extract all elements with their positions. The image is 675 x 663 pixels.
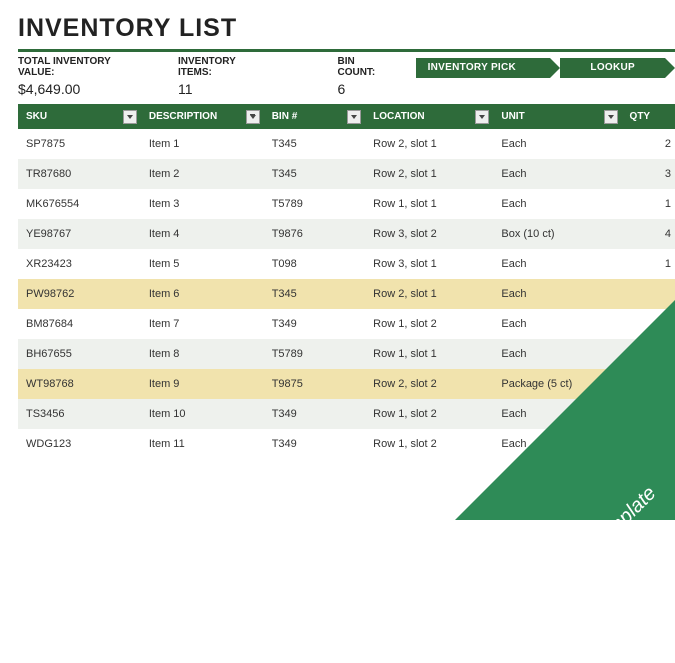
cell-unit: Each — [493, 249, 621, 279]
title-rule — [18, 49, 675, 52]
cell-sku: PW98762 — [18, 279, 141, 309]
cell-sku: XR23423 — [18, 249, 141, 279]
filter-icon[interactable] — [246, 110, 260, 124]
cell-description: Item 2 — [141, 159, 264, 189]
cell-description: Item 8 — [141, 339, 264, 369]
col-bin-label: BIN # — [272, 111, 298, 122]
cell-qty: 4 — [622, 219, 675, 249]
dropdown-icon[interactable] — [123, 110, 137, 124]
cell-location: Row 2, slot 1 — [365, 159, 493, 189]
col-description[interactable]: DESCRIPTION — [141, 104, 264, 129]
metric-total-value: $4,649.00 — [18, 81, 146, 97]
col-unit-label: UNIT — [501, 111, 524, 122]
cell-qty: 2 — [622, 129, 675, 159]
metric-bins-value: 6 — [337, 81, 393, 97]
cell-bin: T349 — [264, 399, 365, 429]
cell-sku: TS3456 — [18, 399, 141, 429]
table-row[interactable]: MK676554Item 3T5789Row 1, slot 1Each1 — [18, 189, 675, 219]
cell-qty: 3 — [622, 159, 675, 189]
cell-location: Row 3, slot 1 — [365, 249, 493, 279]
cell-sku: SP7875 — [18, 129, 141, 159]
table-row[interactable]: XR23423Item 5T098Row 3, slot 1Each1 — [18, 249, 675, 279]
cell-description: Item 9 — [141, 369, 264, 399]
metric-bins-label: BIN COUNT: — [337, 56, 393, 78]
table-row[interactable]: SP7875Item 1T345Row 2, slot 1Each2 — [18, 129, 675, 159]
cell-unit: Each — [493, 189, 621, 219]
summary-bar: TOTAL INVENTORY VALUE: $4,649.00 INVENTO… — [18, 56, 675, 98]
cell-unit: Box (10 ct) — [493, 219, 621, 249]
cell-description: Item 6 — [141, 279, 264, 309]
cell-bin: T098 — [264, 249, 365, 279]
dropdown-icon[interactable] — [475, 110, 489, 124]
metric-items-value: 11 — [178, 81, 270, 97]
table-row[interactable]: YE98767Item 4T9876Row 3, slot 2Box (10 c… — [18, 219, 675, 249]
cell-bin: T5789 — [264, 189, 365, 219]
col-qty-label: QTY — [630, 111, 651, 122]
cell-qty: 1 — [622, 249, 675, 279]
cell-description: Item 4 — [141, 219, 264, 249]
col-sku-label: SKU — [26, 111, 47, 122]
table-row[interactable]: TR87680Item 2T345Row 2, slot 1Each3 — [18, 159, 675, 189]
cell-bin: T349 — [264, 429, 365, 459]
cell-sku: BH67655 — [18, 339, 141, 369]
cell-location: Row 1, slot 1 — [365, 189, 493, 219]
metric-items: INVENTORY ITEMS: 11 — [168, 56, 292, 97]
cell-description: Item 5 — [141, 249, 264, 279]
dropdown-icon[interactable] — [604, 110, 618, 124]
tabs: INVENTORY PICK LIST LOOKUP — [416, 56, 675, 78]
metric-bins: BIN COUNT: 6 — [291, 56, 415, 97]
cell-bin: T345 — [264, 129, 365, 159]
col-qty[interactable]: QTY — [622, 104, 675, 129]
cell-unit: Each — [493, 129, 621, 159]
tab-picklist[interactable]: INVENTORY PICK LIST — [416, 58, 551, 78]
cell-bin: T345 — [264, 159, 365, 189]
cell-location: Row 3, slot 2 — [365, 219, 493, 249]
page-title: INVENTORY LIST — [18, 14, 675, 43]
cell-bin: T9876 — [264, 219, 365, 249]
cell-bin: T9875 — [264, 369, 365, 399]
cell-qty: 1 — [622, 189, 675, 219]
cell-description: Item 7 — [141, 309, 264, 339]
cell-sku: WDG123 — [18, 429, 141, 459]
col-description-label: DESCRIPTION — [149, 111, 217, 122]
cell-bin: T345 — [264, 279, 365, 309]
col-unit[interactable]: UNIT — [493, 104, 621, 129]
cell-unit: Each — [493, 159, 621, 189]
cell-bin: T5789 — [264, 339, 365, 369]
col-sku[interactable]: SKU — [18, 104, 141, 129]
table-header-row: SKU DESCRIPTION BIN # LOCATION UNIT QTY — [18, 104, 675, 129]
metric-items-label: INVENTORY ITEMS: — [178, 56, 270, 78]
cell-description: Item 3 — [141, 189, 264, 219]
cell-sku: MK676554 — [18, 189, 141, 219]
cell-description: Item 11 — [141, 429, 264, 459]
tab-lookup[interactable]: LOOKUP — [560, 58, 665, 78]
cell-description: Item 1 — [141, 129, 264, 159]
cell-description: Item 10 — [141, 399, 264, 429]
metric-total: TOTAL INVENTORY VALUE: $4,649.00 — [18, 56, 168, 97]
cell-sku: YE98767 — [18, 219, 141, 249]
col-bin[interactable]: BIN # — [264, 104, 365, 129]
recycle-icon — [482, 613, 530, 661]
cell-sku: BM87684 — [18, 309, 141, 339]
cell-location: Row 2, slot 1 — [365, 129, 493, 159]
metric-total-label: TOTAL INVENTORY VALUE: — [18, 56, 146, 78]
col-location[interactable]: LOCATION — [365, 104, 493, 129]
dropdown-icon[interactable] — [347, 110, 361, 124]
cell-bin: T349 — [264, 309, 365, 339]
cell-sku: WT98768 — [18, 369, 141, 399]
col-location-label: LOCATION — [373, 111, 424, 122]
cell-sku: TR87680 — [18, 159, 141, 189]
